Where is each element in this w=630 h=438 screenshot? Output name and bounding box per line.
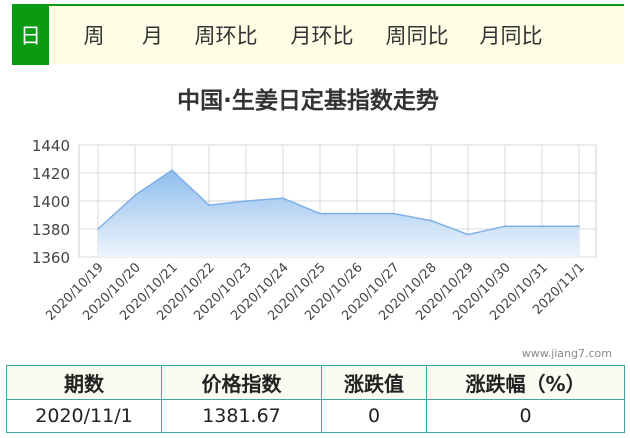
tab-week-year-on-year[interactable]: 周同比 (358, 5, 476, 65)
cell-change-percent: 0 (426, 399, 625, 433)
cell-period: 2020/11/1 (6, 399, 162, 433)
y-tick-label: 1380 (32, 221, 70, 239)
data-point (282, 197, 284, 199)
cell-price-index: 1381.67 (161, 399, 322, 433)
data-point (171, 169, 173, 171)
data-point (134, 194, 136, 197)
data-point (97, 228, 99, 230)
y-tick-label: 1360 (32, 249, 70, 267)
data-point (245, 200, 247, 202)
index-data-table: 期数 价格指数 涨跌值 涨跌幅（%） 2020/11/1 1381.67 0 0 (6, 365, 625, 433)
cell-change-value: 0 (321, 399, 427, 433)
data-point (430, 219, 432, 222)
header-change-value: 涨跌值 (321, 365, 427, 400)
table-header-row: 期数 价格指数 涨跌值 涨跌幅（%） (6, 365, 625, 400)
data-point (356, 212, 358, 215)
data-point (393, 212, 395, 215)
y-tick-label: 1400 (32, 193, 70, 211)
data-point (504, 225, 506, 227)
header-period: 期数 (6, 365, 162, 400)
header-price-index: 价格指数 (161, 365, 322, 400)
tab-month[interactable]: 月 (139, 5, 166, 65)
data-point (467, 233, 469, 236)
y-tick-label: 1420 (32, 165, 70, 183)
data-point (208, 204, 210, 206)
y-tick-label: 1440 (32, 137, 70, 155)
period-tabs: 日 周 月 周环比 月环比 周同比 月同比 (12, 4, 624, 65)
watermark-text: www.jiang7.com (522, 347, 612, 360)
index-trend-chart: 中国·生姜日定基指数走势 136013801400142014402020/10… (32, 87, 612, 360)
chart-area: 中国·生姜日定基指数走势 1360 1380 1400 1420 1440 2020/10… (0, 70, 630, 365)
tab-month-year-on-year[interactable]: 月同比 (476, 5, 546, 65)
tab-week-on-week[interactable]: 周环比 (166, 5, 286, 65)
tab-day[interactable]: 日 (12, 5, 49, 65)
table-row: 2020/11/1 1381.67 0 0 (6, 399, 625, 433)
data-point (319, 212, 321, 215)
data-point (578, 225, 580, 227)
tab-week[interactable]: 周 (49, 5, 139, 65)
chart-title: 中国·生姜日定基指数走势 (177, 87, 439, 114)
data-point (541, 225, 543, 227)
header-change-percent: 涨跌幅（%） (426, 365, 625, 400)
tab-month-on-month[interactable]: 月环比 (286, 5, 358, 65)
